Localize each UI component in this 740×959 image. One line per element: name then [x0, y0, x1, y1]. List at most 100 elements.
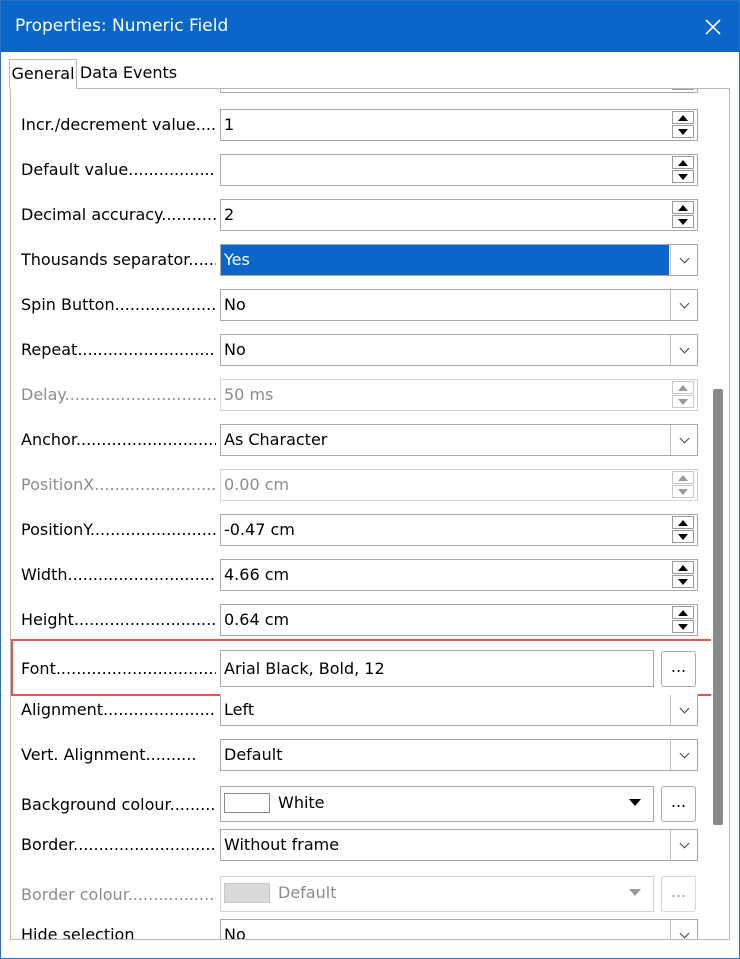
default-value-field[interactable]: [220, 154, 698, 186]
arrow-up-icon: [678, 519, 688, 526]
position-y-spin[interactable]: [671, 515, 697, 545]
repeat-value: No: [224, 340, 246, 359]
chevron-down-icon: [679, 838, 689, 848]
vertical-scrollbar[interactable]: [711, 89, 729, 939]
background-colour-label: Background colour...........: [21, 795, 216, 814]
tab-bar: General Data Events: [9, 59, 729, 89]
background-colour-value: White: [278, 793, 325, 812]
spin-down-button[interactable]: [672, 125, 694, 138]
anchor-select[interactable]: As Character: [220, 424, 698, 456]
delay-label: Delay...................................…: [21, 385, 216, 404]
spin-up-button[interactable]: [672, 156, 694, 169]
height-field[interactable]: 0.64 cm: [220, 604, 698, 636]
background-colour-select[interactable]: White: [220, 786, 654, 822]
repeat-select[interactable]: No: [220, 334, 698, 366]
alignment-label: Alignment............................: [21, 700, 216, 719]
tab-events[interactable]: Events: [121, 59, 179, 88]
anchor-value: As Character: [224, 430, 328, 449]
spin-button-select[interactable]: No: [220, 289, 698, 321]
chevron-down-icon: [679, 928, 689, 938]
arrow-down-icon: [678, 623, 688, 630]
spin-up-button: [672, 381, 694, 394]
border-colour-label: Border colour...................: [21, 885, 216, 904]
hide-selection-label: Hide selection: [21, 925, 135, 940]
spin-down-button[interactable]: [672, 89, 694, 90]
position-y-label: PositionY...............................…: [21, 520, 216, 539]
spin-up-button[interactable]: [672, 111, 694, 124]
background-colour-browse-button[interactable]: ...: [661, 786, 696, 822]
close-icon: [705, 18, 721, 35]
dropdown-button[interactable]: [670, 290, 697, 320]
spin-up-button: [672, 471, 694, 484]
decimal-accuracy-field[interactable]: 2: [220, 199, 698, 231]
spin-up-button[interactable]: [672, 201, 694, 214]
vert-alignment-label: Vert. Alignment..........: [21, 745, 197, 764]
dropdown-button[interactable]: [670, 695, 697, 725]
chevron-down-icon: [679, 433, 689, 443]
font-field[interactable]: Arial Black, Bold, 12: [220, 650, 654, 687]
arrow-down-icon: [678, 128, 688, 135]
width-spin[interactable]: [671, 560, 697, 590]
spin-down-button[interactable]: [672, 620, 694, 633]
border-colour-browse-button: ...: [661, 876, 696, 912]
arrow-up-icon: [678, 609, 688, 616]
decimal-spin[interactable]: [671, 200, 697, 230]
arrow-down-icon: [678, 218, 688, 225]
spin-control[interactable]: [671, 89, 697, 92]
close-button[interactable]: [687, 1, 739, 52]
hide-selection-select[interactable]: No: [220, 919, 698, 940]
scrollbar-thumb[interactable]: [713, 389, 723, 825]
dropdown-button[interactable]: [670, 335, 697, 365]
incr-spin[interactable]: [671, 110, 697, 140]
arrow-up-icon: [678, 114, 688, 121]
dropdown-button[interactable]: [670, 920, 697, 939]
thousands-separator-select[interactable]: Yes: [220, 244, 698, 276]
dropdown-button[interactable]: [670, 245, 697, 275]
spin-up-button[interactable]: [672, 606, 694, 619]
spin-button-label: Spin Button..........................: [21, 295, 216, 314]
incr-value: 1: [224, 115, 235, 134]
alignment-value: Left: [224, 700, 255, 719]
spin-down-button[interactable]: [672, 530, 694, 543]
dropdown-button[interactable]: [670, 425, 697, 455]
width-value: 4.66 cm: [224, 565, 290, 584]
position-x-value: 0.00 cm: [224, 475, 290, 494]
position-y-field[interactable]: -0.47 cm: [220, 514, 698, 546]
hide-selection-value: No: [224, 925, 246, 940]
arrow-up-icon: [678, 474, 688, 481]
anchor-label: Anchor..................................…: [21, 430, 216, 449]
chevron-down-icon: [679, 298, 689, 308]
decimal-value: 2: [224, 205, 235, 224]
font-label: Font....................................…: [21, 659, 216, 678]
spin-down-button[interactable]: [672, 215, 694, 228]
color-swatch: [224, 883, 270, 903]
dropdown-arrow-icon[interactable]: [629, 799, 641, 806]
arrow-up-icon: [678, 384, 688, 391]
width-field[interactable]: 4.66 cm: [220, 559, 698, 591]
alignment-select[interactable]: Left: [220, 694, 698, 726]
top-partial-field[interactable]: [220, 89, 698, 93]
tab-data[interactable]: Data: [77, 59, 121, 88]
spin-up-button[interactable]: [672, 561, 694, 574]
height-spin[interactable]: [671, 605, 697, 635]
vert-alignment-select[interactable]: Default: [220, 739, 698, 771]
tab-general[interactable]: General: [9, 59, 77, 89]
dropdown-button[interactable]: [670, 740, 697, 770]
arrow-up-icon: [678, 204, 688, 211]
border-select[interactable]: Without frame: [220, 829, 698, 861]
arrow-down-icon: [678, 533, 688, 540]
spin-down-button[interactable]: [672, 170, 694, 183]
incr-value-field[interactable]: 1: [220, 109, 698, 141]
height-value: 0.64 cm: [224, 610, 290, 629]
selection-highlight: [221, 245, 669, 275]
default-label: Default value.........................: [21, 160, 216, 179]
font-browse-button[interactable]: ...: [661, 651, 696, 687]
position-y-value: -0.47 cm: [224, 520, 295, 539]
spin-down-button[interactable]: [672, 575, 694, 588]
border-label: Border..................................…: [21, 835, 216, 854]
dropdown-button[interactable]: [670, 830, 697, 860]
chevron-down-icon: [679, 703, 689, 713]
default-spin[interactable]: [671, 155, 697, 185]
position-x-spin: [671, 470, 697, 500]
spin-up-button[interactable]: [672, 516, 694, 529]
